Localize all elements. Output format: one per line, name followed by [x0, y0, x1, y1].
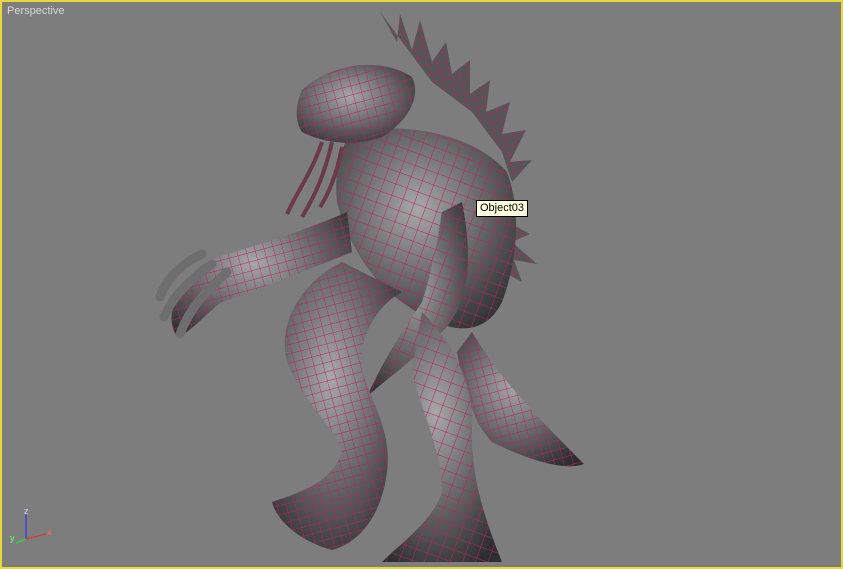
creature-model[interactable]	[155, 12, 584, 562]
x-axis-line	[25, 533, 47, 540]
z-axis-label: z	[24, 507, 29, 516]
x-axis-label: x	[47, 527, 52, 537]
axis-gizmo: x z y	[10, 507, 52, 544]
whiskers	[285, 141, 344, 219]
object-tooltip: Object03	[476, 200, 529, 217]
scene-canvas[interactable]	[2, 2, 843, 569]
y-axis-label: y	[10, 533, 15, 543]
y-axis-line	[15, 538, 27, 544]
perspective-viewport[interactable]: Perspective Object03 x z y	[0, 0, 843, 569]
